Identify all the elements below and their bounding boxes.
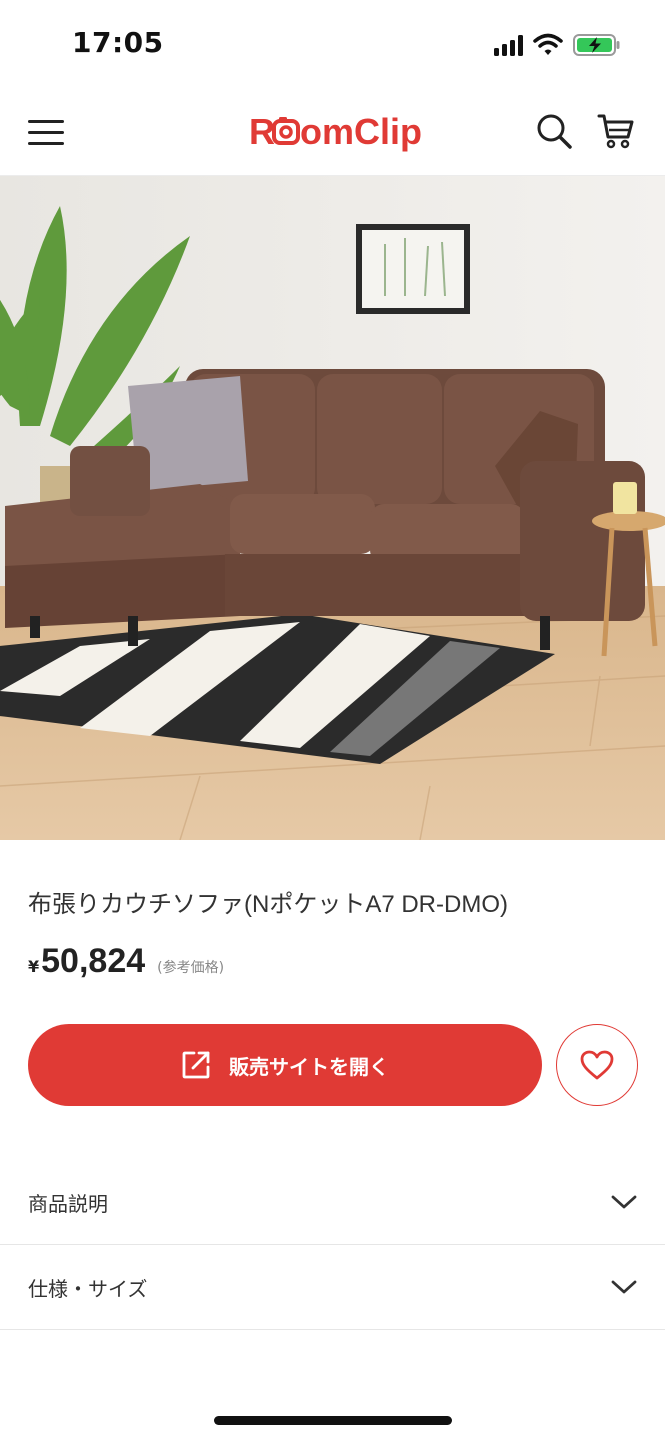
open-site-button[interactable]: 販売サイトを開く	[28, 1024, 542, 1106]
cart-icon[interactable]	[595, 110, 637, 152]
wifi-icon	[533, 33, 563, 55]
chevron-down-icon	[611, 1280, 637, 1294]
product-image[interactable]	[0, 176, 665, 840]
accordion-product-description[interactable]: 商品説明	[0, 1159, 665, 1245]
home-indicator[interactable]	[214, 1416, 452, 1425]
status-bar: 17:05	[0, 0, 665, 88]
cellular-signal-icon	[494, 34, 523, 56]
price-value: 50,824	[41, 942, 146, 980]
status-time: 17:05	[72, 26, 164, 59]
heart-icon	[580, 1050, 614, 1080]
product-title: 布張りカウチソファ(NポケットA7 DR-DMO)	[28, 891, 508, 918]
external-link-icon	[182, 1051, 210, 1079]
price-currency: ¥	[28, 957, 40, 976]
favorite-button[interactable]	[556, 1024, 638, 1106]
accordion-label: 仕様・サイズ	[28, 1276, 148, 1301]
price-note: (参考価格)	[157, 960, 225, 976]
status-icons	[494, 30, 621, 60]
battery-charging-icon	[573, 34, 620, 56]
svg-text:R: R	[249, 111, 275, 152]
open-site-label: 販売サイトを開く	[229, 1054, 389, 1079]
price-row: ¥ 50,824 (参考価格)	[28, 942, 224, 981]
search-icon[interactable]	[533, 110, 575, 152]
app-header: R omClip	[0, 88, 665, 176]
svg-text:omClip: omClip	[300, 111, 422, 152]
chevron-down-icon	[611, 1195, 637, 1209]
header-actions	[533, 110, 637, 152]
accordion-spec-size[interactable]: 仕様・サイズ	[0, 1244, 665, 1330]
accordion-label: 商品説明	[28, 1191, 108, 1216]
